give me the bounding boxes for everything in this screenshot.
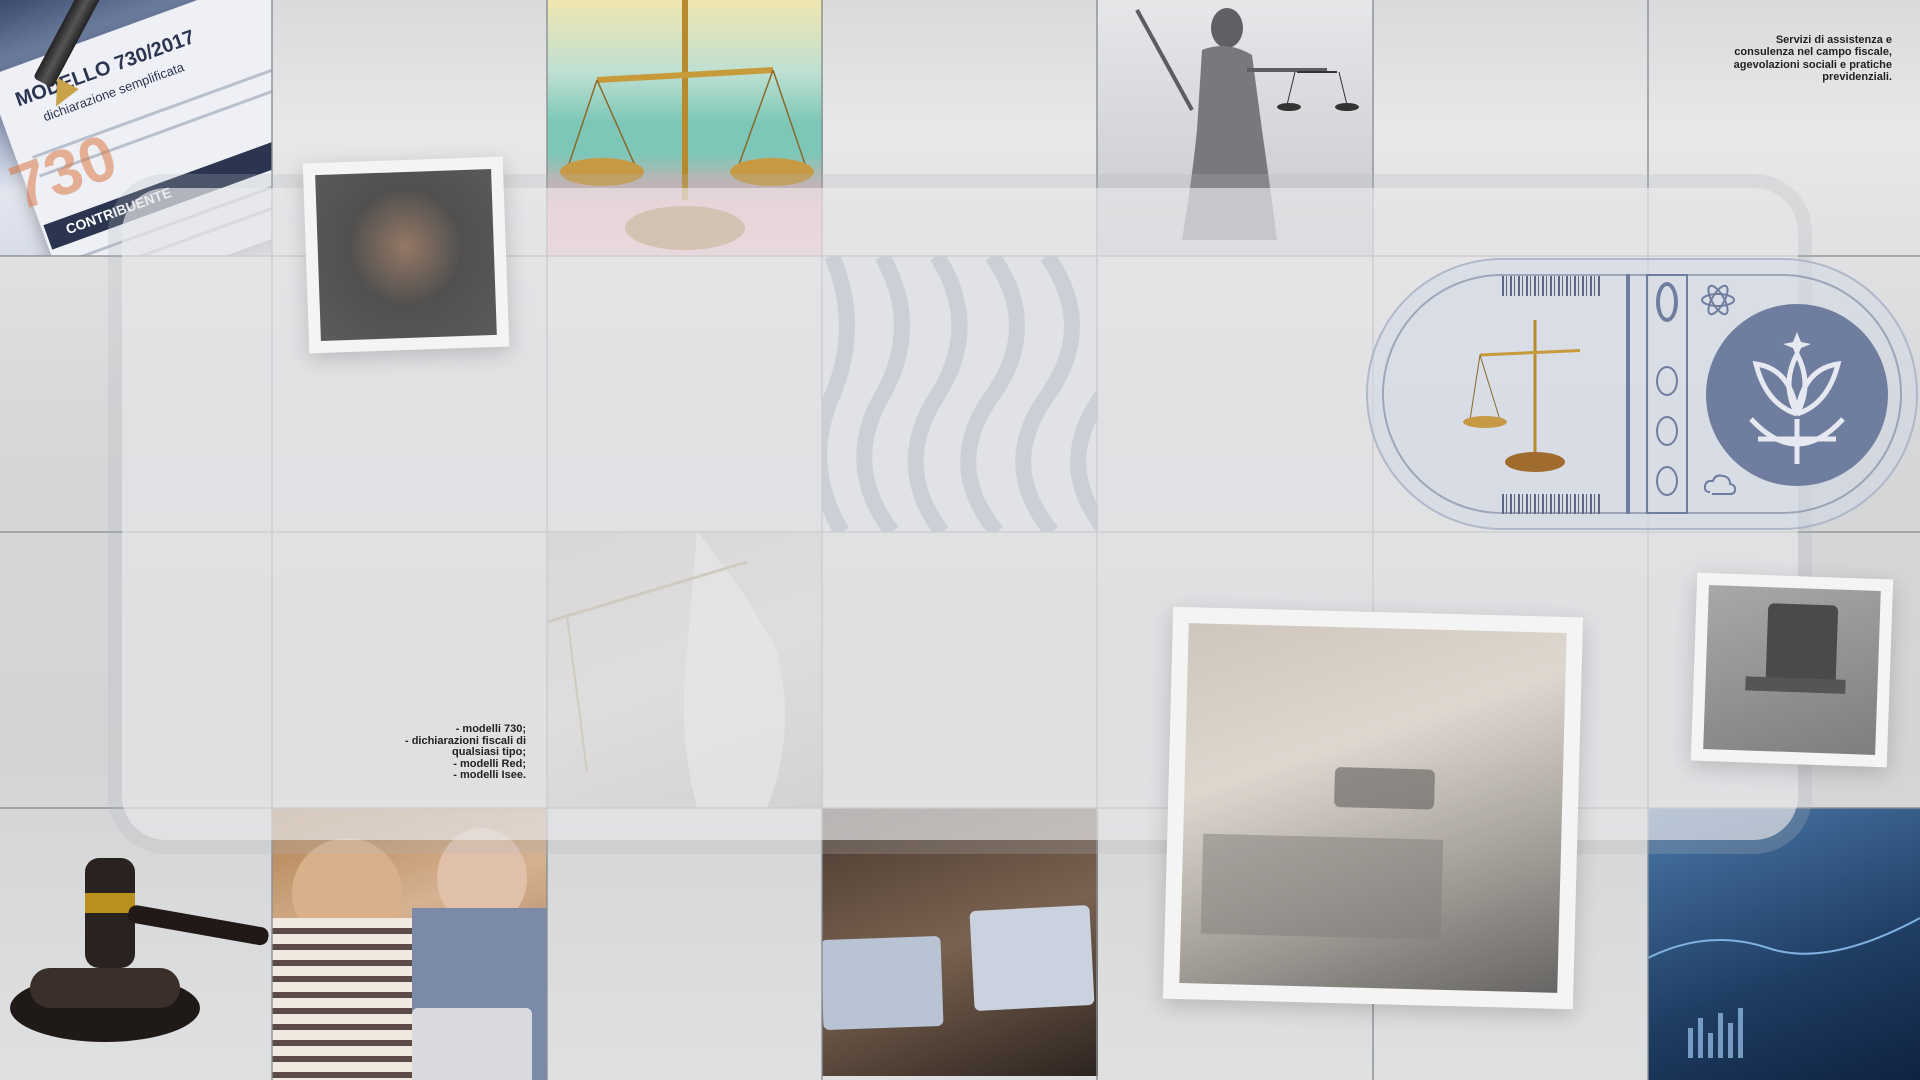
- chair-photo-image: [1703, 585, 1881, 755]
- tagline-text: Servizi di assistenza e consulenza nel c…: [1733, 34, 1892, 83]
- list-item: - modelli Isee.: [453, 769, 526, 782]
- gavel-photo-card: [302, 156, 510, 354]
- calculator-photo-card: [1162, 606, 1584, 1010]
- list-item: - modelli 730;: [455, 723, 526, 735]
- chair-back: [1765, 603, 1839, 686]
- chair-photo-card: [1690, 572, 1894, 768]
- calculator-photo-image: [1179, 623, 1567, 993]
- barcode-icon: [1502, 494, 1602, 514]
- services-list: - modelli 730; - dichiarazioni fiscali d…: [360, 723, 526, 782]
- documents: [1200, 833, 1444, 940]
- list-item: qualsiasi tipo;: [452, 746, 526, 759]
- plant-globe-logo-icon: [1706, 304, 1888, 486]
- chair-seat: [1745, 676, 1846, 694]
- chain-link-icon: [1656, 416, 1678, 446]
- chain-link-icon: [1656, 466, 1678, 496]
- gavel-photo-image: [315, 168, 497, 342]
- calculator: [1334, 766, 1436, 810]
- logo-chain-column: [1646, 274, 1688, 514]
- chain-link-icon: [1656, 282, 1678, 322]
- chain-link-icon: [1656, 366, 1678, 396]
- barcode-icon: [1502, 276, 1602, 296]
- logo-divider: [1626, 274, 1630, 514]
- scales-icon: [1463, 320, 1580, 472]
